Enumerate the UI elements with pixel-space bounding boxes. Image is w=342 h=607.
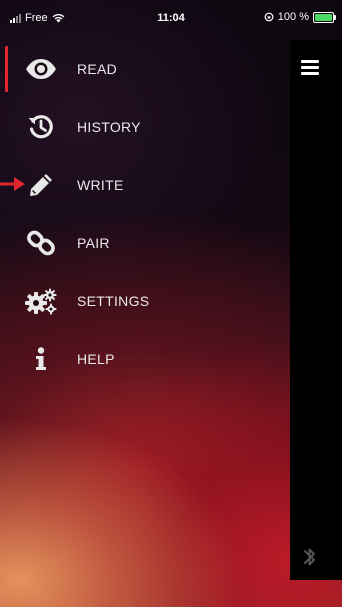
app-screen: Free 11:04 100 % READ HISTORY WRITE PAIR… — [0, 0, 342, 607]
gears-icon — [24, 286, 58, 316]
eye-icon — [24, 54, 58, 84]
status-right: 100 % — [264, 11, 336, 23]
active-indicator — [5, 46, 8, 92]
menu-item-label: HISTORY — [77, 119, 141, 135]
battery-icon — [313, 11, 336, 23]
menu-item-label: SETTINGS — [77, 293, 150, 309]
history-icon — [24, 112, 58, 142]
menu-item-read[interactable]: READ — [0, 40, 290, 98]
side-menu: READ HISTORY WRITE PAIR SETTINGS HELP — [0, 40, 290, 388]
menu-item-history[interactable]: HISTORY — [0, 98, 290, 156]
main-panel — [290, 40, 342, 580]
link-icon — [24, 228, 58, 258]
hamburger-icon[interactable] — [301, 60, 319, 76]
menu-item-write[interactable]: WRITE — [0, 156, 290, 214]
orientation-lock-icon — [264, 12, 274, 22]
bluetooth-icon — [304, 548, 315, 566]
menu-item-settings[interactable]: SETTINGS — [0, 272, 290, 330]
menu-item-label: PAIR — [77, 235, 110, 251]
status-bar: Free 11:04 100 % — [0, 0, 342, 34]
battery-fill — [315, 13, 332, 21]
menu-item-pair[interactable]: PAIR — [0, 214, 290, 272]
menu-item-label: READ — [77, 61, 118, 77]
pencil-icon — [24, 170, 58, 200]
info-icon — [24, 344, 58, 374]
red-arrow-icon — [0, 177, 25, 191]
menu-item-label: HELP — [77, 351, 115, 367]
battery-percent: 100 % — [277, 11, 309, 23]
menu-item-help[interactable]: HELP — [0, 330, 290, 388]
menu-item-label: WRITE — [77, 177, 124, 193]
